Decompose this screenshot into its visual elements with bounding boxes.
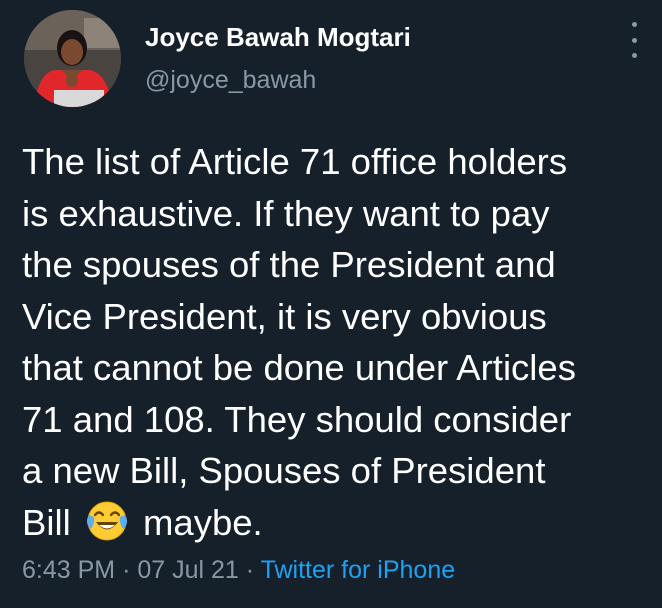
more-vertical-icon[interactable] xyxy=(624,22,644,58)
author-handle[interactable]: @joyce_bawah xyxy=(145,66,316,95)
author-display-name[interactable]: Joyce Bawah Mogtari xyxy=(145,22,411,53)
tweet-line: that cannot be done under Articles xyxy=(22,347,576,388)
tweet-source-link[interactable]: Twitter for iPhone xyxy=(261,556,456,584)
dot xyxy=(631,22,637,27)
tweet-word: maybe. xyxy=(143,501,263,543)
tweet-time[interactable]: 6:43 PM xyxy=(22,556,115,584)
tweet-text: The list of Article 71 office holders is… xyxy=(22,136,652,548)
dot xyxy=(631,53,637,58)
tweet-line: is exhaustive. If they want to pay xyxy=(22,192,550,234)
tweet-line: a new Bill, Spouses of President xyxy=(22,450,546,491)
meta-separator: · xyxy=(245,556,255,584)
profile-photo-icon xyxy=(24,10,121,107)
tweet-line: 71 and 108. They should consider xyxy=(22,398,572,440)
tweet-card: Joyce Bawah Mogtari @joyce_bawah The lis… xyxy=(0,0,662,608)
tweet-line: The list of Article 71 office holders xyxy=(22,141,568,182)
tweet-line-last: Bill maybe. xyxy=(22,497,652,549)
avatar[interactable] xyxy=(24,10,121,107)
tweet-line: Vice President, it is very obvious xyxy=(22,295,547,337)
face-with-tears-of-joy-icon xyxy=(85,499,129,543)
tweet-word: Bill xyxy=(22,501,71,543)
dot xyxy=(631,37,637,43)
tweet-meta: 6:43 PM · 07 Jul 21 · Twitter for iPhone xyxy=(22,556,455,585)
tweet-line: the spouses of the President and xyxy=(22,244,556,285)
tweet-date[interactable]: 07 Jul 21 xyxy=(137,556,238,584)
meta-separator: · xyxy=(122,556,131,584)
